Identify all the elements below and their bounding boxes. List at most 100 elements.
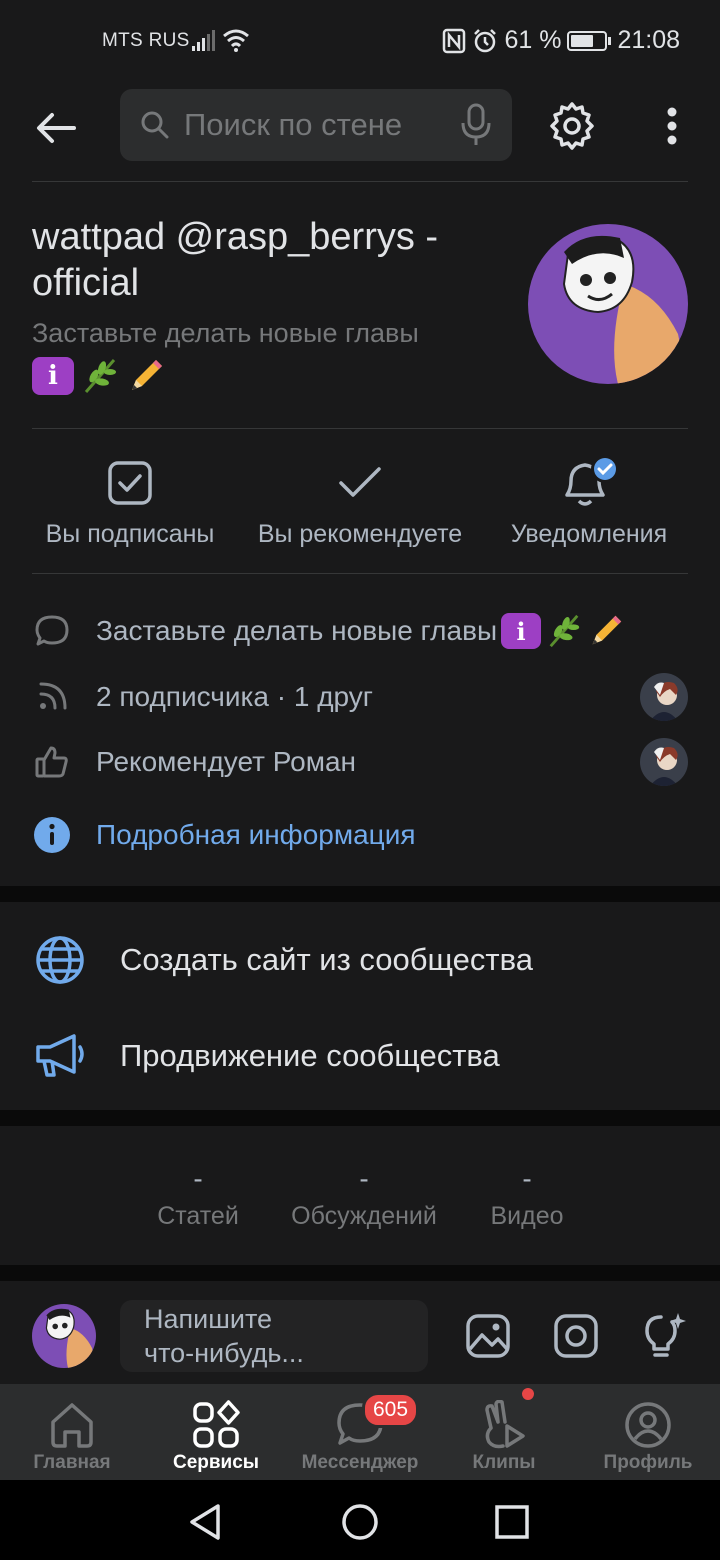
system-recents-button[interactable]	[488, 1498, 536, 1546]
wifi-icon	[223, 29, 249, 52]
tab-services-label: Сервисы	[172, 1452, 260, 1473]
globe-icon	[36, 936, 84, 984]
tab-clips[interactable]: Клипы	[432, 1384, 576, 1480]
more-button[interactable]	[650, 98, 694, 154]
more-vertical-icon	[667, 107, 677, 145]
avatar-image	[640, 673, 688, 721]
divider	[32, 573, 688, 574]
signal-icon	[192, 30, 215, 51]
composer-avatar	[32, 1304, 96, 1368]
tab-messenger[interactable]: 605 Мессенджер	[288, 1384, 432, 1480]
group-status: Заставьте делать новые главы	[32, 318, 419, 348]
profile-icon	[625, 1402, 671, 1448]
info-status-text: Заставьте делать новые главы	[96, 615, 498, 646]
camera-icon	[554, 1314, 598, 1358]
bell-check-icon	[565, 455, 619, 506]
subscribed-label: Вы подписаны	[45, 520, 215, 548]
carrier-label: MTS RUS	[102, 30, 190, 51]
status-emoji-row: ⅰ	[32, 356, 166, 396]
battery-tip	[608, 36, 612, 45]
checkbox-checked-icon	[108, 461, 152, 505]
composer-placeholder-line1: Напишите	[144, 1304, 273, 1334]
recommend-button[interactable]: Вы рекомендуете	[245, 450, 475, 549]
subscribed-button[interactable]: Вы подписаны	[15, 450, 245, 549]
friend-avatar[interactable]	[640, 673, 688, 721]
alarm-icon	[474, 28, 497, 52]
promotion-item[interactable]: Продвижение сообщества	[32, 1016, 688, 1096]
create-site-item[interactable]: Создать сайт из сообщества	[32, 920, 688, 1000]
top-bar: Поиск по стене	[0, 84, 720, 180]
tab-home[interactable]: Главная	[0, 1384, 144, 1480]
search-placeholder: Поиск по стене	[184, 107, 403, 142]
status-right: 61 % 21:08	[442, 26, 680, 55]
lightbulb-sparkle-icon	[645, 1313, 686, 1357]
recommends-text: Рекомендует Роман	[96, 746, 357, 777]
info-emoji-icon: ⅰ	[501, 613, 542, 649]
clips-new-dot	[522, 1388, 534, 1400]
recommender-avatar[interactable]	[640, 738, 688, 786]
attach-photo-button[interactable]	[462, 1310, 514, 1362]
info-circle-icon	[34, 817, 70, 853]
wall-search-input[interactable]: Поиск по стене	[120, 89, 512, 161]
tab-profile[interactable]: Профиль	[576, 1384, 720, 1480]
section-separator	[0, 886, 720, 902]
recommend-label: Вы рекомендуете	[257, 520, 463, 548]
tab-clips-label: Клипы	[472, 1452, 536, 1473]
megaphone-icon	[36, 1034, 84, 1077]
system-home-button[interactable]	[336, 1498, 384, 1546]
nfc-icon	[443, 28, 466, 53]
tab-home-label: Главная	[33, 1452, 111, 1473]
followers-row[interactable]: 2 подписчика · 1 друг	[32, 670, 688, 724]
bottom-tab-bar: Главная Сервисы 605 Мессенджер Клипы Про…	[0, 1384, 720, 1480]
videos-counter[interactable]: - Видео	[437, 1164, 617, 1231]
settings-button[interactable]	[544, 98, 600, 154]
section-separator	[0, 1110, 720, 1126]
post-composer-input[interactable]: Напишите что-нибудь...	[120, 1300, 428, 1372]
image-icon	[466, 1314, 510, 1358]
videos-label: Видео	[490, 1202, 564, 1230]
discussions-counter[interactable]: - Обсуждений	[274, 1164, 454, 1231]
gear-icon	[550, 102, 594, 150]
microphone-icon[interactable]	[460, 103, 492, 147]
discussions-count: -	[359, 1163, 369, 1194]
divider	[32, 428, 688, 429]
tab-messenger-label: Мессенджер	[301, 1452, 419, 1473]
notifications-label: Уведомления	[510, 520, 668, 548]
tab-services[interactable]: Сервисы	[144, 1384, 288, 1480]
camera-button[interactable]	[550, 1310, 602, 1362]
arrow-left-icon	[37, 113, 76, 143]
followers-text: 2 подписчика · 1 друг	[96, 681, 374, 712]
avatar-image	[640, 738, 688, 786]
square-recents-icon	[495, 1505, 529, 1539]
circle-home-icon	[342, 1504, 378, 1540]
back-button[interactable]	[30, 102, 82, 154]
battery-icon	[567, 30, 608, 51]
avatar-image	[528, 224, 688, 384]
search-icon	[141, 111, 169, 139]
info-status-row: Заставьте делать новые главы ⅰ	[32, 604, 688, 658]
services-grid-icon	[193, 1400, 240, 1448]
status-bar: MTS RUS 61 % 21:08	[0, 0, 720, 84]
group-avatar[interactable]	[528, 224, 688, 384]
divider	[32, 181, 688, 182]
videos-count: -	[522, 1163, 532, 1194]
system-back-button[interactable]	[182, 1498, 230, 1546]
triangle-back-icon	[190, 1504, 220, 1540]
details-row[interactable]: Подробная информация	[32, 808, 688, 862]
speech-bubble-icon	[35, 615, 69, 646]
idea-button[interactable]	[638, 1310, 690, 1362]
details-link[interactable]: Подробная информация	[96, 819, 416, 851]
recommends-row[interactable]: Рекомендует Роман	[32, 735, 688, 789]
tab-profile-label: Профиль	[603, 1452, 693, 1473]
clips-icon	[485, 1400, 525, 1449]
composer-placeholder-line2: что-нибудь...	[144, 1338, 304, 1368]
herb-emoji-icon	[84, 359, 116, 393]
system-navigation-bar	[0, 1480, 720, 1560]
battery-percent: 61 %	[504, 26, 562, 54]
notifications-button[interactable]: Уведомления	[474, 450, 704, 549]
pencil-emoji-icon	[132, 360, 162, 390]
promotion-label: Продвижение сообщества	[120, 1038, 500, 1073]
create-site-label: Создать сайт из сообщества	[120, 942, 533, 977]
articles-counter[interactable]: - Статей	[108, 1164, 288, 1231]
articles-count: -	[193, 1163, 203, 1194]
